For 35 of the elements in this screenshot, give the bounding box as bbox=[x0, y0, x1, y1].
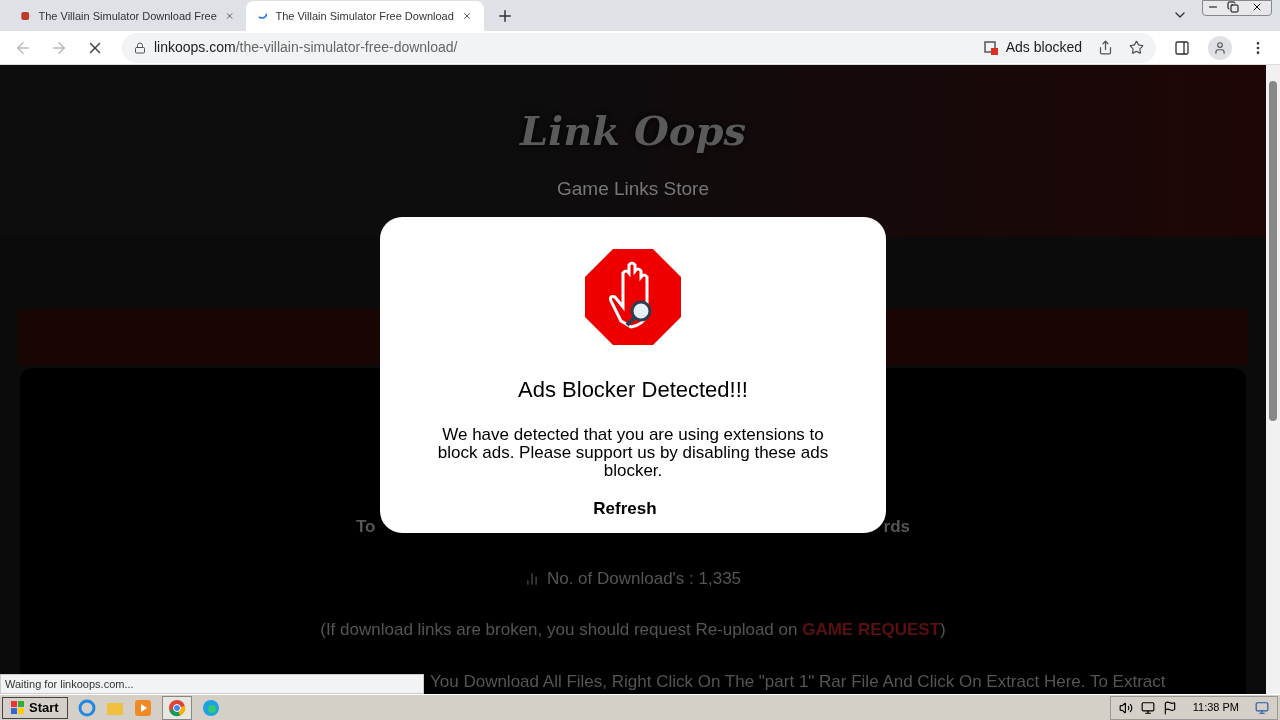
restore-icon[interactable] bbox=[1227, 1, 1239, 13]
browser-tab[interactable]: The Villain Simulator Free Download bbox=[246, 0, 484, 31]
download-count: No. of Download's : 1,335 bbox=[546, 568, 742, 590]
share-icon[interactable] bbox=[1098, 40, 1113, 56]
broken-links-note: (If download links are broken, you should request Re-upload on GAME REQUEST) bbox=[320, 619, 946, 642]
windows-logo-icon bbox=[11, 700, 25, 715]
chart-icon bbox=[524, 571, 539, 586]
scrollbar[interactable] bbox=[1266, 65, 1280, 695]
modal-title: Ads Blocker Detected!!! bbox=[518, 376, 748, 405]
tab-title: The Villain Simulator Free Download bbox=[275, 8, 454, 24]
instructions-text: You Download All Files, Right Click On The "part 1" Rar File And Click On Extract Here. To Extract bbox=[430, 671, 1166, 693]
hidden-text: rds bbox=[883, 516, 910, 539]
url-text: linkoops.com/the-villain-simulator-free-download/ bbox=[154, 38, 458, 58]
chrome-taskbar-button[interactable] bbox=[161, 695, 192, 720]
lock-icon bbox=[134, 41, 146, 54]
side-panel-icon[interactable] bbox=[1174, 39, 1190, 56]
flag-icon[interactable] bbox=[1162, 700, 1177, 715]
desktop-icon[interactable] bbox=[1255, 700, 1269, 715]
stop-hand-icon bbox=[585, 249, 681, 346]
address-bar[interactable]: linkoops.com/the-villain-simulator-free-download/ Ads blocked bbox=[122, 32, 1156, 63]
blocked-ad-icon bbox=[983, 40, 998, 55]
status-bubble: Waiting for linkoops.com... bbox=[0, 674, 424, 695]
refresh-button[interactable]: Refresh bbox=[593, 496, 657, 522]
modal-message: We have detected that you are using extensions to block ads. Please support us by disabling these ads blocker. bbox=[436, 426, 830, 481]
profile-avatar[interactable] bbox=[1208, 35, 1232, 60]
volume-icon[interactable] bbox=[1118, 700, 1133, 715]
bookmark-icon[interactable] bbox=[1129, 40, 1144, 56]
ads-blocked-label[interactable]: Ads blocked bbox=[1005, 37, 1082, 59]
chrome-icon bbox=[167, 698, 186, 717]
tab-title: The Villain Simulator Download Free bbox=[38, 8, 217, 24]
clock[interactable]: 11:38 PM bbox=[1192, 699, 1239, 716]
site-tagline: Game Links Store bbox=[556, 177, 710, 202]
close-icon[interactable] bbox=[1251, 1, 1263, 13]
hidden-text: To bbox=[356, 516, 376, 539]
start-button[interactable]: Start bbox=[2, 696, 68, 719]
